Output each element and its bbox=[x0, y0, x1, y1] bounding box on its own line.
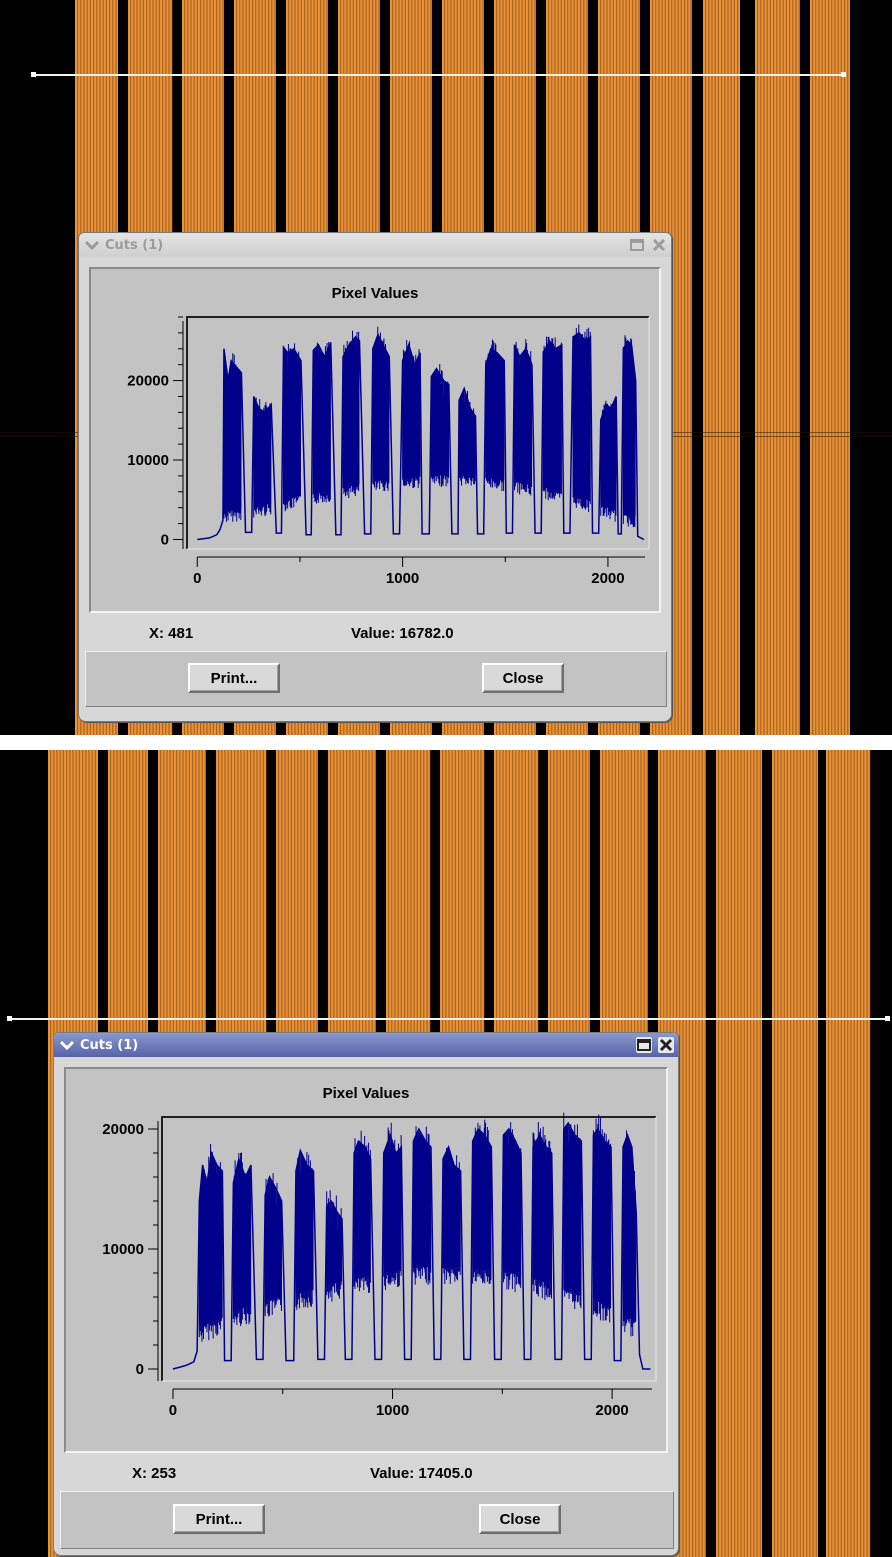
x-tick-label: 0 bbox=[193, 570, 201, 587]
data-series bbox=[197, 324, 645, 541]
close-button[interactable]: Close bbox=[479, 1504, 561, 1534]
cut-line-start-handle[interactable] bbox=[7, 1016, 12, 1021]
x-readout: X: 253 bbox=[132, 1465, 176, 1482]
title-bar[interactable]: Cuts (1) bbox=[54, 1033, 678, 1057]
close-icon[interactable] bbox=[651, 237, 667, 253]
x-label: X: bbox=[132, 1465, 147, 1482]
cut-line-top[interactable] bbox=[34, 74, 844, 76]
image-viewer-bottom: Cuts (1) Pixel Values 0 10000 20000 0 1000 20… bbox=[0, 750, 892, 1557]
maximize-icon[interactable] bbox=[636, 1037, 652, 1053]
cut-line-end-handle[interactable] bbox=[885, 1016, 890, 1021]
window-title: Cuts (1) bbox=[80, 1037, 139, 1053]
x-tick-label: 2000 bbox=[591, 570, 624, 587]
pixel-values-chart: 0 10000 20000 0 1000 2000 bbox=[102, 1112, 657, 1419]
print-button[interactable]: Print... bbox=[188, 663, 280, 693]
value-readout: Value: 16782.0 bbox=[351, 625, 454, 642]
button-panel: Print... Close bbox=[85, 651, 667, 707]
chevron-down-icon[interactable] bbox=[83, 238, 101, 252]
y-tick-label: 20000 bbox=[102, 1121, 144, 1138]
x-tick-label: 2000 bbox=[595, 1402, 628, 1419]
x-value: 253 bbox=[151, 1465, 177, 1482]
chevron-down-icon[interactable] bbox=[58, 1038, 76, 1052]
title-bar[interactable]: Cuts (1) bbox=[79, 233, 671, 257]
cut-line-bottom[interactable] bbox=[10, 1018, 888, 1020]
pixel-values-chart: 0 10000 20000 0 1000 2000 bbox=[127, 316, 650, 587]
x-readout: X: 481 bbox=[149, 625, 193, 642]
y-tick-label: 10000 bbox=[102, 1241, 144, 1258]
cuts-window-bottom: Cuts (1) Pixel Values 0 10000 20000 0 1000 20… bbox=[53, 1032, 679, 1556]
print-button[interactable]: Print... bbox=[173, 1504, 265, 1534]
value-readout: Value: 17405.0 bbox=[370, 1465, 473, 1482]
value-value: 16782.0 bbox=[399, 625, 454, 642]
y-tick-label: 0 bbox=[161, 531, 169, 548]
value-value: 17405.0 bbox=[418, 1465, 473, 1482]
fibre-band bbox=[826, 750, 871, 1557]
value-label: Value: bbox=[351, 625, 396, 642]
x-tick-label: 1000 bbox=[386, 570, 419, 587]
x-tick-label: 0 bbox=[169, 1402, 177, 1419]
x-tick-label: 1000 bbox=[376, 1402, 409, 1419]
cut-line-end-handle[interactable] bbox=[841, 72, 846, 77]
close-button[interactable]: Close bbox=[482, 663, 564, 693]
window-title: Cuts (1) bbox=[105, 237, 164, 253]
maximize-icon[interactable] bbox=[629, 237, 645, 253]
cut-line-start-handle[interactable] bbox=[31, 72, 36, 77]
fibre-band bbox=[772, 750, 818, 1557]
close-icon[interactable] bbox=[658, 1037, 674, 1053]
button-panel: Print... Close bbox=[60, 1491, 674, 1549]
y-tick-label: 0 bbox=[136, 1361, 144, 1378]
x-value: 481 bbox=[168, 625, 194, 642]
cuts-window-top: Cuts (1) Pixel Values 0 10000 20000 0 1000 20… bbox=[78, 232, 672, 722]
plot-panel: Pixel Values 0 10000 20000 0 1000 2000 bbox=[89, 267, 661, 613]
image-viewer-top: Cuts (1) Pixel Values 0 10000 20000 0 1000 20… bbox=[0, 0, 892, 735]
fibre-band bbox=[716, 750, 762, 1557]
data-series bbox=[172, 1112, 651, 1370]
fibre-band bbox=[703, 0, 740, 735]
value-label: Value: bbox=[370, 1465, 415, 1482]
fibre-band bbox=[810, 0, 850, 735]
x-label: X: bbox=[149, 625, 164, 642]
fibre-band bbox=[755, 0, 800, 735]
plot-panel: Pixel Values 0 10000 20000 0 1000 2000 bbox=[64, 1067, 668, 1453]
y-tick-label: 10000 bbox=[127, 452, 169, 469]
y-tick-label: 20000 bbox=[127, 373, 169, 390]
